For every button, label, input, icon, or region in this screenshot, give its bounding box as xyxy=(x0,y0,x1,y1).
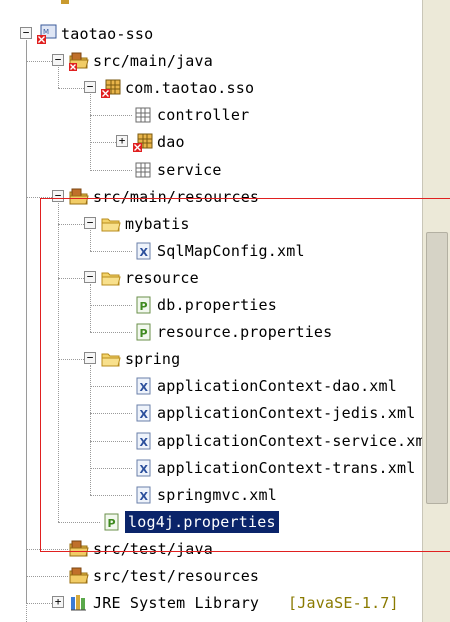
tree-item-label: resource xyxy=(125,268,199,287)
collapse-toggle[interactable]: − xyxy=(84,216,96,229)
svg-text:P: P xyxy=(140,327,148,340)
tree-item[interactable]: − com.taotao.sso xyxy=(0,76,420,100)
svg-text:X: X xyxy=(140,490,149,503)
library-version-suffix: [JavaSE-1.7] xyxy=(288,594,399,613)
tree-item-label: spring xyxy=(125,350,181,369)
tree-item-label: src/test/resources xyxy=(93,567,260,585)
tree-item[interactable]: + dao xyxy=(0,130,420,154)
library-icon xyxy=(68,592,90,614)
tree-item[interactable]: − src/main/java xyxy=(0,49,420,73)
tree-item[interactable]: controller xyxy=(0,103,420,127)
project-error-icon: M xyxy=(36,23,58,45)
tree-item[interactable]: XapplicationContext-trans.xml xyxy=(0,456,420,480)
expand-toggle[interactable]: + xyxy=(52,596,64,609)
collapse-toggle[interactable]: − xyxy=(52,54,64,67)
package-icon xyxy=(132,104,154,126)
xml-file-icon: X xyxy=(132,375,154,397)
tree-row-top-partial xyxy=(0,0,420,18)
source-folder-icon xyxy=(68,186,90,208)
scrollbar-thumb[interactable] xyxy=(426,232,448,504)
tree-item-label: mybatis xyxy=(125,214,190,233)
collapse-toggle[interactable]: − xyxy=(20,27,32,39)
collapse-toggle[interactable]: − xyxy=(84,352,96,365)
tree-item-label: JRE System Library xyxy=(93,594,260,613)
collapse-toggle[interactable]: − xyxy=(84,270,96,283)
tree-item-label: service xyxy=(157,160,222,179)
tree-item[interactable]: − resource xyxy=(0,266,420,290)
tree-item[interactable]: − mybatis xyxy=(0,212,420,236)
tree-item[interactable]: src/test/java xyxy=(0,537,420,561)
tree-item[interactable]: src/test/resources xyxy=(0,564,420,588)
tree-item-label: resource.properties xyxy=(157,323,333,342)
folder-icon xyxy=(100,267,122,289)
tree-item[interactable]: service xyxy=(0,158,420,182)
source-folder-icon xyxy=(68,565,90,587)
svg-text:P: P xyxy=(108,517,116,530)
tree-item-label: log4j.properties xyxy=(125,510,279,533)
svg-text:X: X xyxy=(140,436,149,449)
tree-item-label: applicationContext-jedis.xml xyxy=(157,404,416,423)
tree-item[interactable]: Presource.properties xyxy=(0,320,420,344)
source-folder-icon xyxy=(68,538,90,560)
svg-text:X: X xyxy=(140,246,149,259)
collapse-toggle[interactable]: − xyxy=(52,189,64,202)
tree-item-label: controller xyxy=(157,106,250,125)
collapse-toggle[interactable]: − xyxy=(84,81,96,94)
tree-item-label: applicationContext-trans.xml xyxy=(157,458,416,477)
tree-item-label: springmvc.xml xyxy=(157,485,277,504)
vertical-scrollbar[interactable] xyxy=(422,0,450,622)
xml-file-icon: X xyxy=(132,402,154,424)
tree-item-label: dao xyxy=(157,133,185,152)
package-error-icon xyxy=(132,131,154,153)
svg-text:X: X xyxy=(140,381,149,394)
package-error-icon xyxy=(100,77,122,99)
package-icon xyxy=(132,159,154,181)
tree-item-label: db.properties xyxy=(157,296,277,314)
tree-item[interactable]: + JRE System Library [JavaSE-1.7] xyxy=(0,591,420,615)
tree-item-label: applicationContext-dao.xml xyxy=(157,377,397,396)
properties-file-icon: P xyxy=(132,321,154,343)
xml-file-icon: X xyxy=(132,430,154,452)
tree-item-label: SqlMapConfig.xml xyxy=(157,241,305,260)
package-explorer-tree: − Mtaotao-sso − src/main/java − com.taotao.ss… xyxy=(0,0,450,622)
partial-icon xyxy=(58,0,80,20)
tree-item[interactable]: XapplicationContext-dao.xml xyxy=(0,374,420,398)
properties-file-icon: P xyxy=(100,511,122,533)
tree-item[interactable]: Xspringmvc.xml xyxy=(0,483,420,507)
tree-item-label: src/main/resources xyxy=(93,187,260,206)
xml-file-icon: X xyxy=(132,484,154,506)
xml-file-icon: X xyxy=(132,240,154,262)
tree-item[interactable]: XapplicationContext-service.xml xyxy=(0,429,434,453)
tree-item-label: src/test/java xyxy=(93,539,213,558)
tree-item[interactable]: − spring xyxy=(0,347,420,371)
xml-file-icon: X xyxy=(132,457,154,479)
tree-item[interactable]: XapplicationContext-jedis.xml xyxy=(0,401,420,425)
tree-item-label: applicationContext-service.xml xyxy=(157,431,434,450)
tree-item-label: com.taotao.sso xyxy=(125,79,255,98)
svg-text:P: P xyxy=(140,300,148,313)
tree-item[interactable]: − Mtaotao-sso xyxy=(0,22,420,46)
tree-item[interactable]: Pdb.properties xyxy=(0,293,420,317)
tree-item-label: src/main/java xyxy=(93,52,213,71)
folder-icon xyxy=(100,348,122,370)
source-folder-error-icon xyxy=(68,50,90,72)
tree-item[interactable]: Plog4j.properties xyxy=(0,510,420,534)
folder-icon xyxy=(100,213,122,235)
svg-text:X: X xyxy=(140,408,149,421)
svg-text:X: X xyxy=(140,463,149,476)
tree-item[interactable]: − src/main/resources xyxy=(0,185,420,209)
tree-item[interactable]: X SqlMapConfig.xml xyxy=(0,239,420,263)
expand-toggle[interactable]: + xyxy=(116,135,128,148)
properties-file-icon: P xyxy=(132,294,154,316)
tree-item-label: taotao-sso xyxy=(61,25,154,43)
svg-text:M: M xyxy=(43,28,49,36)
